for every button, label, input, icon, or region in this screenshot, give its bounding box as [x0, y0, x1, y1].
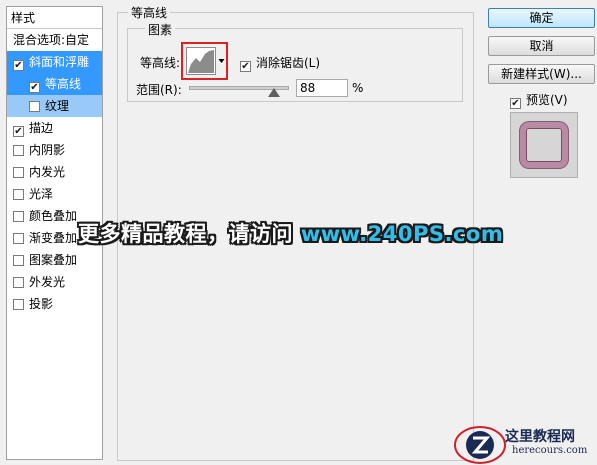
style-item[interactable]: ✔ 描边: [7, 117, 102, 139]
contour-label: 等高线:: [140, 56, 181, 70]
contour-dropdown-button[interactable]: [217, 47, 226, 75]
style-item-label: 等高线: [45, 77, 82, 91]
watermark-text: 更多精品教程，请访问: [78, 222, 293, 246]
watermark-url: www.240PS.com: [300, 222, 504, 246]
antialias-check-icon: ✔: [240, 61, 251, 72]
contour-curve-icon: [188, 50, 214, 73]
preview-checkbox[interactable]: ✔ 预览(V): [510, 91, 568, 109]
style-item-label: 外发光: [29, 275, 66, 289]
style-item-label: 投影: [29, 297, 54, 311]
cancel-button[interactable]: 取消: [488, 36, 595, 56]
range-label: 范围(R):: [136, 83, 182, 97]
range-percent: %: [352, 81, 364, 95]
style-item-label: 光泽: [29, 187, 54, 201]
preview-swatch: [520, 122, 568, 168]
style-item[interactable]: 图案叠加: [7, 249, 102, 271]
style-item[interactable]: 光泽: [7, 183, 102, 205]
style-item-label: 图案叠加: [29, 253, 78, 267]
elements-group-title: 图素: [145, 21, 176, 38]
style-item[interactable]: 内阴影: [7, 139, 102, 161]
ok-button[interactable]: 确定: [488, 8, 595, 28]
style-item-checkbox[interactable]: ✔: [13, 60, 24, 71]
contour-group-title: 等高线: [128, 4, 171, 21]
style-item-label: 内发光: [29, 165, 66, 179]
style-item-label: 颜色叠加: [29, 209, 78, 223]
watermark-banner: 更多精品教程，请访问 www.240PS.com: [78, 218, 503, 248]
style-item-checkbox[interactable]: [13, 145, 24, 156]
style-item-label: 内阴影: [29, 143, 66, 157]
style-item[interactable]: 投影: [7, 293, 102, 315]
style-item[interactable]: 外发光: [7, 271, 102, 293]
style-item[interactable]: 纹理: [7, 95, 102, 117]
range-input[interactable]: 88: [296, 79, 348, 97]
style-item-label: 纹理: [45, 99, 70, 113]
style-item-label: 斜面和浮雕: [29, 55, 90, 69]
preview-check-icon: ✔: [510, 98, 521, 109]
preview-label: 预览(V): [526, 93, 568, 107]
logo-text-cn: 这里教程网: [505, 429, 575, 445]
logo-z-icon: [454, 426, 506, 464]
style-item-checkbox[interactable]: [13, 167, 24, 178]
style-item[interactable]: ✔ 斜面和浮雕: [7, 51, 102, 73]
style-item-checkbox[interactable]: [13, 189, 24, 200]
range-slider-thumb[interactable]: [268, 88, 280, 97]
style-item[interactable]: 内发光: [7, 161, 102, 183]
style-item-checkbox[interactable]: ✔: [13, 126, 24, 137]
style-item[interactable]: ✔ 等高线: [7, 73, 102, 95]
style-item-label: 描边: [29, 121, 54, 135]
antialias-checkbox[interactable]: ✔ 消除锯齿(L): [240, 54, 320, 72]
logo-text-en: herecours.com: [512, 445, 588, 456]
style-item-label: 渐变叠加: [29, 231, 78, 245]
style-item[interactable]: 混合选项:自定: [7, 29, 102, 51]
new-style-button[interactable]: 新建样式(W)...: [488, 64, 595, 84]
chevron-down-icon: [218, 59, 225, 63]
style-item-checkbox[interactable]: [13, 299, 24, 310]
style-item-checkbox[interactable]: ✔: [29, 82, 40, 93]
style-item-checkbox[interactable]: [13, 255, 24, 266]
styles-header: 样式: [7, 7, 102, 29]
style-item-label: 混合选项:自定: [13, 33, 90, 47]
antialias-label: 消除锯齿(L): [256, 56, 321, 70]
contour-picker[interactable]: [186, 47, 216, 75]
style-item-checkbox[interactable]: [29, 101, 40, 112]
style-item-checkbox[interactable]: [13, 211, 24, 222]
style-item-checkbox[interactable]: [13, 277, 24, 288]
style-item-checkbox[interactable]: [13, 233, 24, 244]
